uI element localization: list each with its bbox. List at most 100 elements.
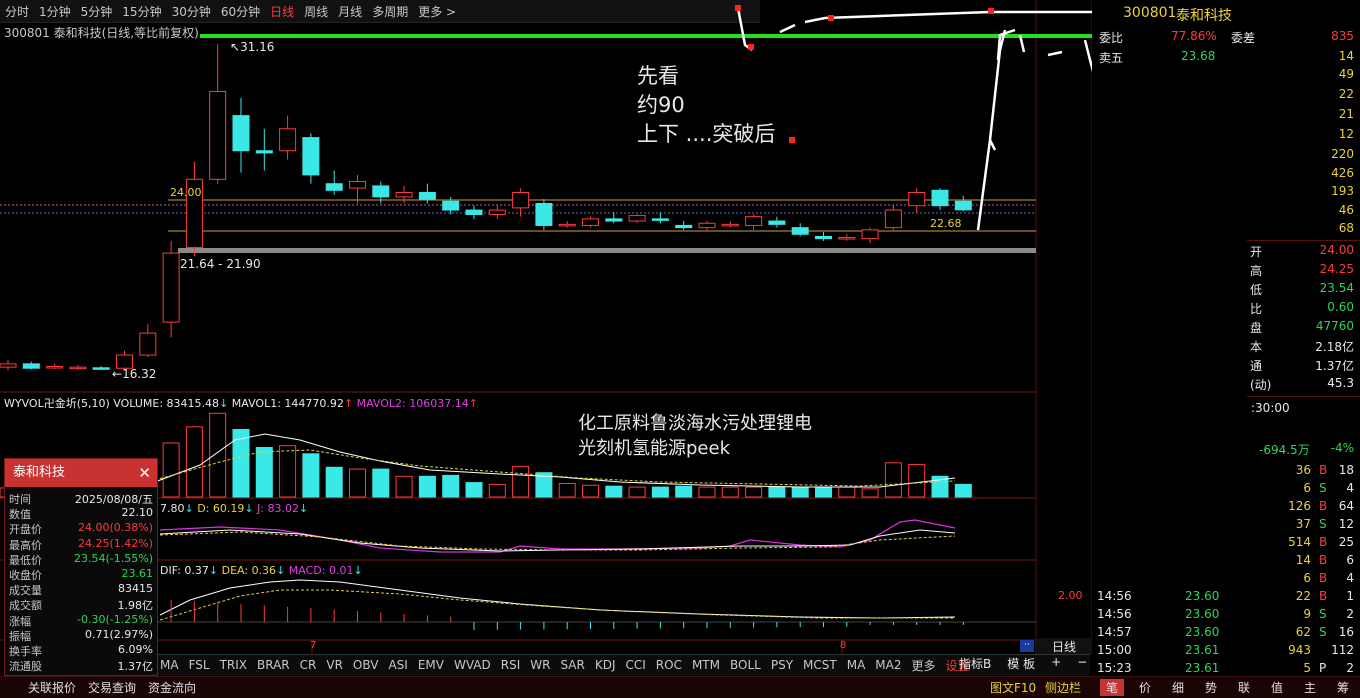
popup-row-value: 23.54(-1.55%) [74,551,153,565]
panel-tab[interactable]: 笔 [1100,679,1125,696]
time-header: :30:00 [1093,400,1360,418]
trade-time: 15:00 [1097,643,1132,657]
popup-title: 泰和科技 [13,465,66,480]
popup-row-value: 0.71(2.97%) [84,627,153,641]
macd-dif-line [159,579,956,619]
scroll-right-icon[interactable]: ·· [1020,640,1034,652]
indicator-tab[interactable]: CCI [620,658,650,672]
candle-body [815,235,832,240]
tick-volume: 37 [1295,517,1311,531]
kdj-j-value: J: 83.02 [257,502,300,515]
status-link[interactable]: 交易查询 [88,679,136,696]
ask-row[interactable]: 21 [1093,106,1360,124]
volume-bar [209,412,227,498]
price-line-2268-label: 22.68 [930,217,962,230]
price-low-label: ←16.32 [112,367,156,381]
volume-indicator-name[interactable]: WYVOL卍金圻(5,10) [4,397,110,410]
indicator-tab[interactable]: 更多 [906,657,940,674]
indicator-tab[interactable]: WVAD [449,658,496,672]
status-link[interactable]: 关联报价 [28,679,76,696]
candle-body [745,216,763,226]
indicator-tab[interactable]: ROC [651,658,687,672]
main-chart[interactable] [0,0,1092,654]
stat-value: 0.60 [1327,300,1354,314]
indicator-control-button[interactable]: 模 板 [1003,655,1039,672]
bid-row[interactable]: 68 [1093,220,1360,238]
f10-button[interactable]: 图文F10 [990,679,1036,696]
indicator-tab[interactable]: VR [321,658,348,672]
ask-row[interactable]: 22 [1093,86,1360,104]
popup-row-label: 流通股 [9,660,42,674]
panel-tab[interactable]: 价 [1133,679,1157,696]
indicator-tab[interactable]: RSI [496,658,526,672]
indicator-tab[interactable]: MA [155,658,184,672]
sell5-row[interactable]: 卖五 23.68 14 [1093,48,1360,66]
indicator-tab[interactable]: KDJ [590,658,621,672]
month-mark-label: 8 [840,640,847,651]
volume-bar [302,453,320,498]
panel-tab[interactable]: 势 [1199,679,1223,696]
panel-tab[interactable]: 主 [1298,679,1322,696]
popup-row-label: 振幅 [9,629,31,643]
panel-tab[interactable]: 联 [1232,679,1256,696]
status-link[interactable]: 资金流向 [148,679,196,696]
panel-tab[interactable]: 值 [1265,679,1289,696]
indicator-tab[interactable]: MCST [798,658,842,672]
mavol1-value: MAVOL1: 144770.92 [231,397,344,410]
stat-label: 通 [1250,359,1263,373]
ask-volume: 22 [1338,87,1354,101]
stat-value: 47760 [1315,319,1354,333]
indicator-control-button[interactable]: 指标B [955,655,995,672]
indicator-tab[interactable]: WR [525,658,555,672]
close-icon[interactable]: ✕ [138,459,151,487]
stat-row: 开 24.00 [1093,242,1360,260]
candle-body [465,209,483,215]
ask-row[interactable]: 49 [1093,66,1360,84]
indicator-tab[interactable]: BOLL [725,658,766,672]
ask-row[interactable]: 12 [1093,126,1360,144]
indicator-tab[interactable]: MTM [687,658,725,672]
candle-body [535,202,553,226]
indicator-tab[interactable]: MA [842,658,871,672]
bid-row[interactable]: 46 [1093,202,1360,220]
candle-body [861,229,879,240]
volume-bar [605,485,623,498]
indicator-control-button[interactable]: + [1047,655,1065,672]
tick-side: B [1319,499,1328,513]
panel-tab[interactable]: 筹 [1331,679,1355,696]
stat-label: 盘 [1250,321,1263,335]
candle-body [232,115,250,152]
candle-body [46,365,64,369]
indicator-tab[interactable]: SAR [555,658,589,672]
day-tab[interactable]: 日线 [1036,638,1092,654]
indicator-tab[interactable]: CR [295,658,322,672]
weicha-value: 835 [1331,29,1354,43]
indicator-tab[interactable]: EMV [413,658,449,672]
candle-body [838,237,856,240]
indicator-tab[interactable]: TRIX [215,658,252,672]
trade-time: 14:57 [1097,625,1132,639]
bid-row[interactable]: 193 [1093,183,1360,201]
indicator-tab[interactable]: PSY [766,658,798,672]
indicator-tab[interactable]: MA2 [870,658,906,672]
popup-row-label: 成交额 [9,599,42,613]
indicator-tab[interactable]: ASI [383,658,412,672]
sidebar-button[interactable]: 侧边栏 [1045,679,1081,696]
sell5-label: 卖五 [1099,51,1124,65]
stat-label: 低 [1250,283,1263,297]
indicator-tab[interactable]: BRAR [252,658,295,672]
macd-histogram [170,599,964,630]
stat-row: 通 1.37亿 [1093,356,1360,374]
weibi-row: 委比 77.86% 委差 835 [1093,28,1360,46]
drawing-markers [735,5,994,143]
indicator-tab[interactable]: OBV [348,658,384,672]
indicator-control-button[interactable]: − [1073,655,1091,672]
bid-row[interactable]: 426 [1093,165,1360,183]
tick-row: 36 B 18 [1093,462,1360,480]
stat-value: 24.25 [1319,262,1354,276]
indicator-tab[interactable]: FSL [184,658,215,672]
candle-body [349,181,366,189]
panel-tab[interactable]: 细 [1166,679,1190,696]
bid-row[interactable]: 220 [1093,146,1360,164]
macd-header: DIF: 0.37↓ DEA: 0.36↓ MACD: 0.01↓ [160,564,363,577]
